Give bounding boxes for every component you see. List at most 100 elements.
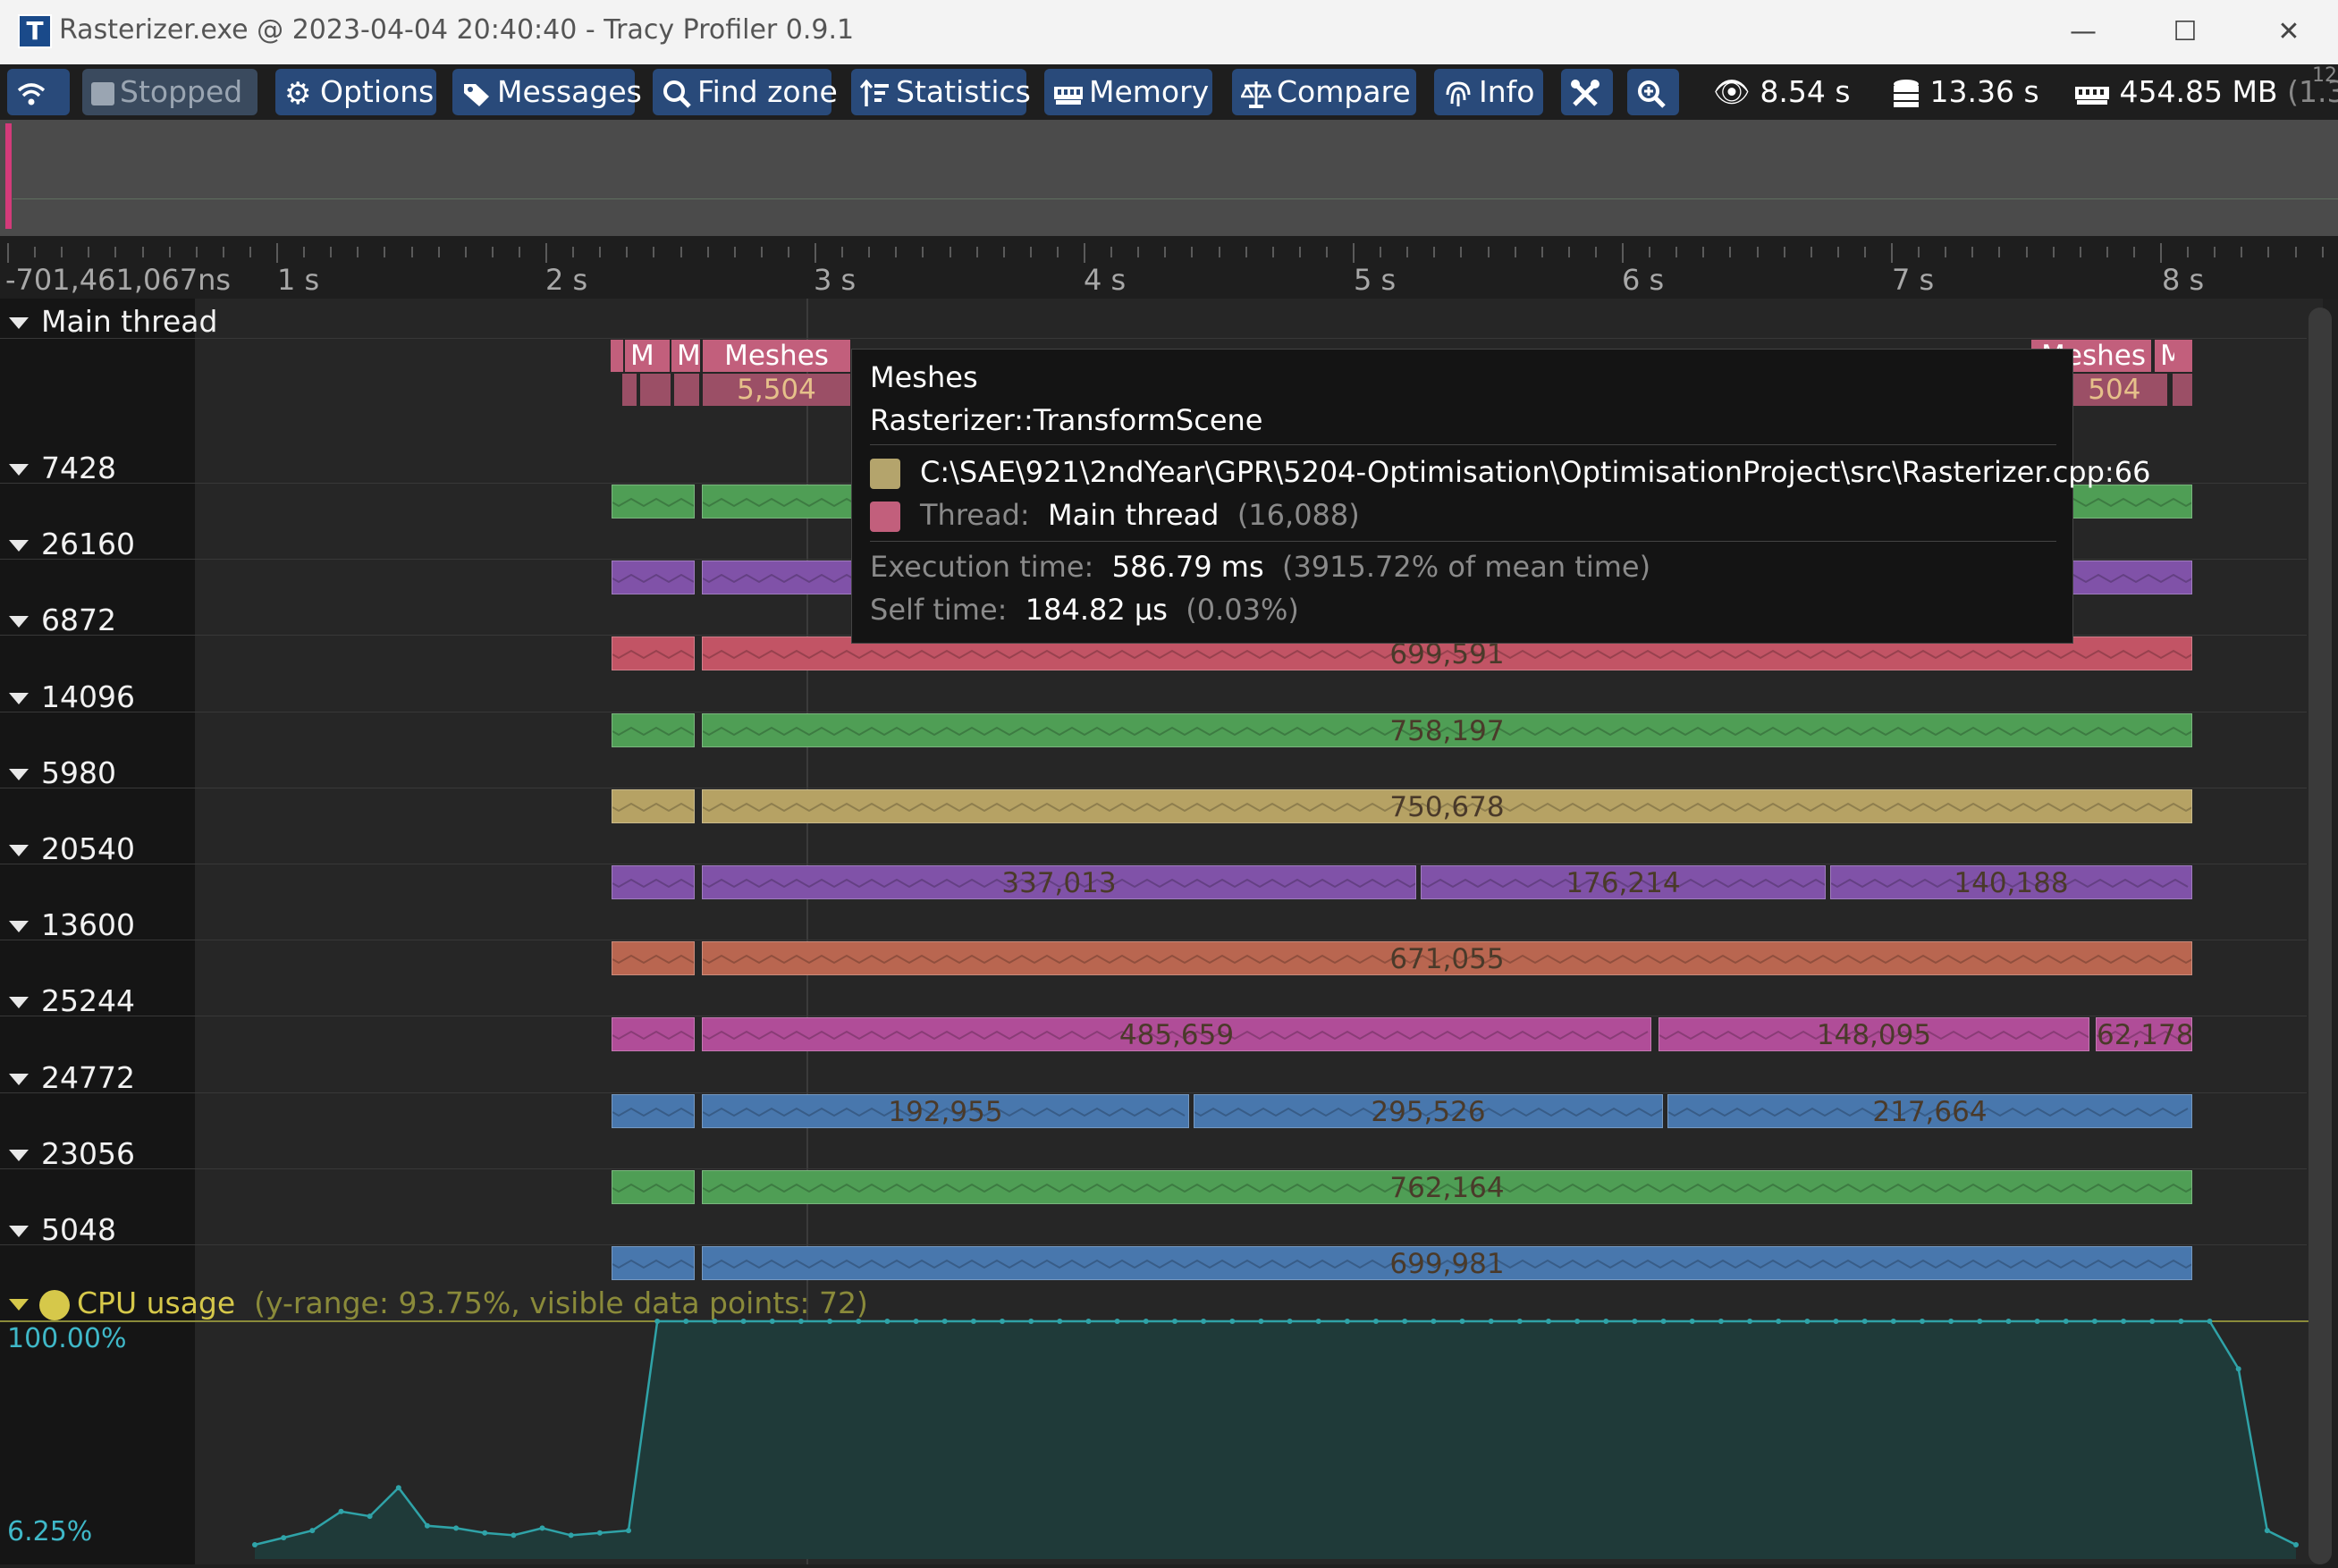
ruler-mark — [1057, 247, 1059, 257]
cpu-data-point — [511, 1532, 517, 1538]
thread-label-23056[interactable]: 23056 — [9, 1136, 135, 1171]
thread-zone-bar[interactable]: 485,659 — [702, 1017, 1651, 1051]
thread-zone-bar[interactable]: 699,981 — [702, 1246, 2192, 1280]
memory-button[interactable]: Memory — [1044, 69, 1212, 115]
statistics-label: Statistics — [896, 74, 1031, 109]
ruler-tick: 2 s — [545, 263, 588, 297]
subzone-block[interactable]: 5,504 — [703, 374, 850, 406]
thread-zone-bar[interactable]: 192,955 — [702, 1094, 1189, 1128]
thread-label-5980[interactable]: 5980 — [9, 755, 116, 790]
messages-button[interactable]: Messages — [452, 69, 642, 115]
thread-zone-bar[interactable]: 671,055 — [702, 941, 2192, 975]
statistics-button[interactable]: Statistics — [851, 69, 1031, 115]
thread-label-20540[interactable]: 20540 — [9, 831, 135, 866]
subzone-block[interactable] — [674, 374, 699, 406]
thread-label-6872[interactable]: 6872 — [9, 603, 116, 637]
thread-zone-bar[interactable]: 295,526 — [1194, 1094, 1663, 1128]
thread-label-13600[interactable]: 13600 — [9, 907, 135, 942]
ruler-mark — [599, 247, 601, 257]
close-window-button[interactable]: ✕ — [2262, 11, 2316, 54]
options-button[interactable]: ⚙ Options — [275, 69, 436, 115]
thread-zone-bar[interactable] — [612, 1017, 695, 1051]
cpu-min-label: 6.25% — [7, 1516, 93, 1547]
zone-count: 758,197 — [1389, 715, 1505, 747]
ruler-mark — [88, 247, 89, 257]
zone-meshes[interactable]: Meshes — [703, 340, 850, 372]
overview-baseline — [13, 198, 2338, 199]
thread-zone-bar[interactable]: 750,678 — [702, 789, 2192, 823]
ruler-mark — [1326, 247, 1328, 257]
minimize-button[interactable]: — — [2056, 11, 2110, 54]
tools-button[interactable] — [1561, 69, 1613, 115]
info-button[interactable]: Info — [1434, 69, 1543, 115]
frame-overview[interactable] — [0, 120, 2338, 236]
thread-zone-bar[interactable] — [612, 865, 695, 899]
cpu-data-point — [1229, 1319, 1236, 1324]
thread-zone-bar[interactable]: 62,178 — [2096, 1017, 2192, 1051]
cpu-data-point — [1890, 1319, 1896, 1324]
cpu-data-point — [2005, 1319, 2012, 1324]
thread-zone-bar[interactable] — [612, 1094, 695, 1128]
ruler-mark — [303, 247, 305, 257]
ruler-mark — [1515, 247, 1516, 257]
ruler-mark — [788, 247, 789, 257]
total-time-value: 13.36 s — [1929, 74, 2039, 109]
thread-zone-bar[interactable] — [612, 1170, 695, 1204]
thread-zone-bar[interactable]: 758,197 — [702, 713, 2192, 747]
cpu-data-point — [1143, 1319, 1149, 1324]
row-divider — [0, 1168, 2307, 1169]
stopped-button[interactable]: Stopped — [82, 69, 257, 115]
zone-block[interactable] — [2174, 340, 2192, 372]
zone-count: 750,678 — [1389, 791, 1505, 823]
cpu-data-point — [281, 1535, 287, 1541]
time-ruler[interactable]: -701,461,067ns 1 s 2 s 3 s 4 s 5 s 6 s 7… — [0, 236, 2338, 299]
subzone-block[interactable] — [2173, 374, 2192, 406]
find-zone-button[interactable]: Find zone — [653, 69, 838, 115]
search-icon — [663, 80, 691, 108]
ruler-mark — [1219, 247, 1220, 257]
zone-block[interactable] — [611, 340, 623, 372]
ruler-mark — [1864, 247, 1866, 257]
wave-pattern — [612, 878, 694, 889]
main-thread-label[interactable]: Main thread — [9, 304, 217, 339]
zone-count: 176,214 — [1566, 867, 1681, 899]
vertical-scrollbar[interactable] — [2308, 308, 2332, 1564]
thread-zone-bar[interactable] — [612, 485, 695, 518]
thread-zone-bar[interactable]: 148,095 — [1659, 1017, 2089, 1051]
thread-zone-bar[interactable] — [612, 1246, 695, 1280]
thread-label-26160[interactable]: 26160 — [9, 527, 135, 561]
subzone-block[interactable] — [622, 374, 637, 406]
thread-label-14096[interactable]: 14096 — [9, 679, 135, 714]
thread-zone-bar[interactable]: 176,214 — [1421, 865, 1826, 899]
thread-zone-bar[interactable] — [612, 789, 695, 823]
zone-block[interactable]: M — [625, 340, 670, 372]
cpu-usage-header[interactable]: CPU usage (y-range: 93.75%, visible data… — [9, 1286, 868, 1320]
zoom-button[interactable] — [1627, 69, 1679, 115]
thread-zone-bar[interactable] — [612, 713, 695, 747]
ruler-mark — [384, 247, 385, 257]
thread-label-7428[interactable]: 7428 — [9, 451, 116, 485]
ruler-mark — [1998, 247, 2000, 257]
thread-label-5048[interactable]: 5048 — [9, 1212, 116, 1247]
thread-zone-bar[interactable] — [612, 636, 695, 670]
ruler-mark — [519, 247, 520, 257]
thread-label-24772[interactable]: 24772 — [9, 1060, 135, 1095]
thread-zone-bar[interactable]: 762,164 — [702, 1170, 2192, 1204]
compare-button[interactable]: Compare — [1232, 69, 1416, 115]
thread-zone-bar[interactable]: 337,013 — [702, 865, 1416, 899]
zone-block[interactable]: M — [671, 340, 700, 372]
view-time-stat: 👁 8.54 s — [1713, 69, 1851, 115]
tooltip-self-row: Self time: 184.82 µs (0.03%) — [870, 593, 1299, 627]
maximize-button[interactable]: ☐ — [2158, 11, 2212, 54]
thread-zone-bar[interactable]: 140,188 — [1830, 865, 2192, 899]
connection-button[interactable] — [7, 69, 70, 115]
cpu-data-point — [2235, 1366, 2241, 1372]
thread-zone-bar[interactable] — [612, 561, 695, 594]
zone-count: 671,055 — [1389, 943, 1505, 975]
subzone-block[interactable] — [640, 374, 671, 406]
thread-zone-bar[interactable] — [612, 941, 695, 975]
thread-name: Main thread — [1048, 498, 1220, 532]
ruler-mark — [545, 243, 547, 263]
thread-zone-bar[interactable]: 217,664 — [1667, 1094, 2192, 1128]
thread-label-25244[interactable]: 25244 — [9, 983, 135, 1018]
